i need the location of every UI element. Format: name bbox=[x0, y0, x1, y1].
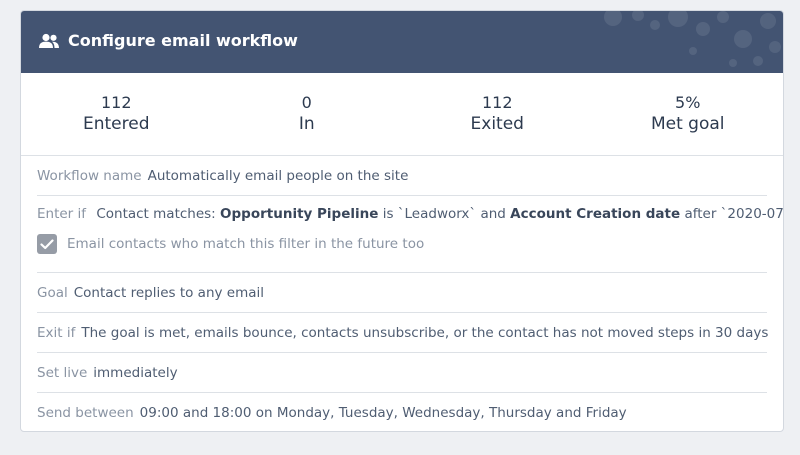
stat-label: In bbox=[298, 114, 315, 134]
stat-exited: 112 Exited bbox=[402, 73, 593, 155]
stat-value: 112 bbox=[481, 93, 513, 112]
row-key: Workflow name bbox=[37, 167, 142, 184]
row-key: Send between bbox=[37, 404, 134, 421]
stat-label: Exited bbox=[470, 114, 524, 134]
condition-operator: is `Leadworx` and bbox=[382, 206, 506, 222]
row-key: Enter if bbox=[37, 206, 87, 222]
card-header: Configure email workflow bbox=[21, 11, 783, 73]
future-match-checkbox[interactable] bbox=[37, 234, 57, 254]
row-enter-if: Enter if Contact matches: Opportunity Pi… bbox=[37, 196, 783, 273]
card-title: Configure email workflow bbox=[38, 31, 298, 50]
row-workflow-name: Workflow name Automatically email people… bbox=[37, 156, 767, 196]
stat-value: 0 bbox=[301, 93, 312, 112]
stats-bar: 112 Entered 0 In 112 Exited 5% Met goal bbox=[21, 73, 783, 156]
future-match-option: Email contacts who match this filter in … bbox=[37, 234, 767, 254]
stat-label: Met goal bbox=[650, 114, 725, 134]
row-value: Automatically email people on the site bbox=[147, 167, 409, 184]
people-icon bbox=[38, 33, 60, 49]
row-goal: Goal Contact replies to any email bbox=[37, 273, 767, 313]
stat-value: 5% bbox=[675, 93, 701, 112]
row-key: Exit if bbox=[37, 324, 76, 341]
row-key: Goal bbox=[37, 284, 68, 301]
stat-value: 112 bbox=[100, 93, 132, 112]
row-value: Contact replies to any email bbox=[73, 284, 265, 301]
condition-field: Opportunity Pipeline bbox=[220, 206, 379, 222]
row-value: The goal is met, emails bounce, contacts… bbox=[81, 324, 769, 341]
row-set-live: Set live immediately bbox=[37, 353, 767, 393]
row-send-between: Send between 09:00 and 18:00 on Monday, … bbox=[37, 393, 767, 431]
checkmark-icon bbox=[40, 238, 54, 249]
condition-operator: after `2020-07-23` bbox=[684, 206, 784, 222]
row-value: 09:00 and 18:00 on Monday, Tuesday, Wedn… bbox=[139, 404, 627, 421]
decorative-bubbles bbox=[604, 11, 781, 67]
row-key: Set live bbox=[37, 364, 88, 381]
row-value: immediately bbox=[93, 364, 178, 381]
stat-entered: 112 Entered bbox=[21, 73, 212, 155]
details-list: Workflow name Automatically email people… bbox=[21, 156, 783, 431]
card-title-text: Configure email workflow bbox=[68, 31, 298, 50]
workflow-card: Configure email workflow 112 Entered 0 I… bbox=[20, 10, 784, 432]
row-exit-if: Exit if The goal is met, emails bounce, … bbox=[37, 313, 769, 353]
enter-condition: Enter if Contact matches: Opportunity Pi… bbox=[37, 206, 783, 222]
stat-in: 0 In bbox=[212, 73, 403, 155]
stat-label: Entered bbox=[82, 114, 150, 134]
condition-field: Account Creation date bbox=[510, 206, 681, 222]
stat-met-goal: 5% Met goal bbox=[593, 73, 784, 155]
future-match-label: Email contacts who match this filter in … bbox=[67, 236, 425, 252]
condition-prefix: Contact matches: bbox=[96, 206, 216, 222]
